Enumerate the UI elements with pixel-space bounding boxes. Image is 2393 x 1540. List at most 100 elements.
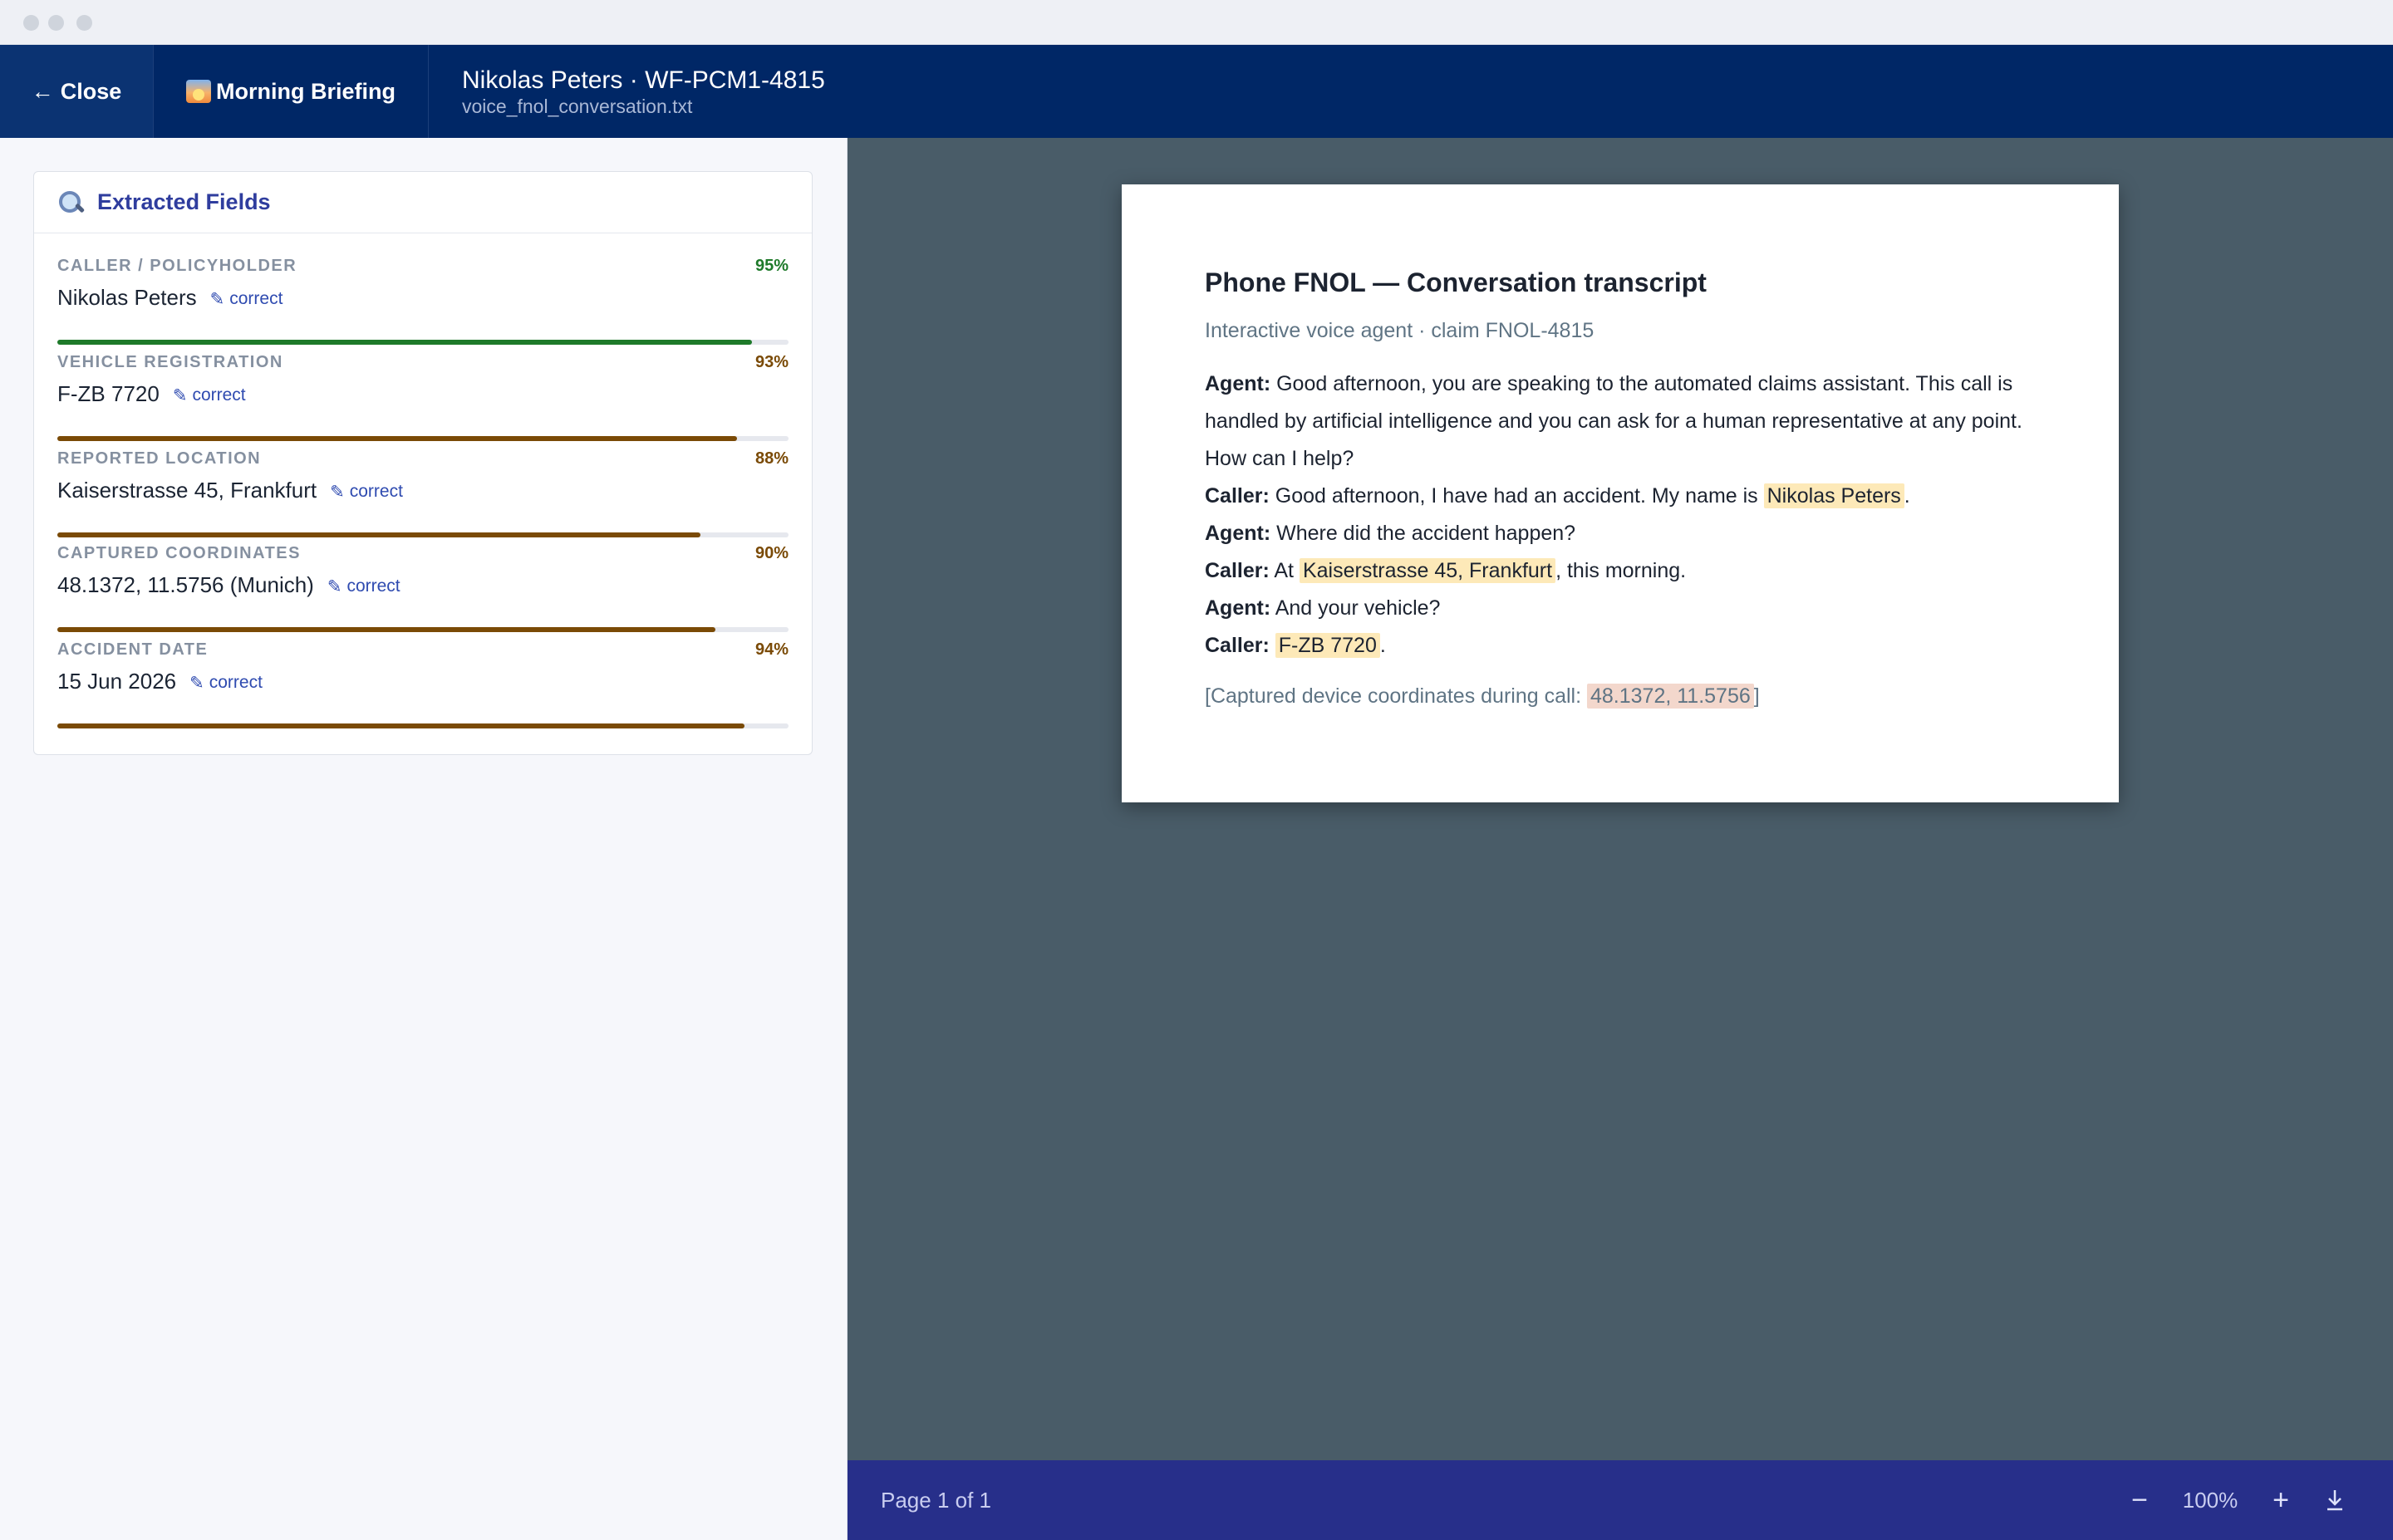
- utterance: And your vehicle?: [1270, 596, 1441, 620]
- download-icon[interactable]: [2310, 1489, 2360, 1512]
- confidence-bar-fill: [57, 532, 701, 537]
- speaker-label: Agent:: [1205, 522, 1271, 545]
- captured-coordinates-note: [Captured device coordinates during call…: [1205, 681, 2036, 711]
- transcript-line: Caller: Good afternoon, I have had an ac…: [1205, 478, 2036, 515]
- confidence-badge: 90%: [754, 544, 789, 562]
- transcript-line: Agent: Where did the accident happen?: [1205, 515, 2036, 552]
- confidence-bar-fill: [57, 340, 752, 345]
- captured-prefix: [Captured device coordinates during call…: [1205, 684, 1587, 708]
- confidence-badge: 94%: [754, 640, 789, 659]
- document-page: Phone FNOL — Conversation transcript Int…: [1122, 184, 2119, 802]
- zoom-out-button[interactable]: −: [2110, 1484, 2169, 1517]
- utterance: .: [1904, 484, 1910, 508]
- field-value: 48.1372, 11.5756 (Munich): [57, 572, 314, 597]
- field-value-row: 15 Jun 2026 ✎ correct: [57, 669, 263, 694]
- utterance: Good afternoon, I have had an accident. …: [1269, 484, 1764, 508]
- field-value: Nikolas Peters: [57, 285, 197, 310]
- confidence-badge: 88%: [754, 449, 789, 468]
- pencil-icon: ✎: [209, 290, 225, 309]
- correct-link[interactable]: ✎ correct: [330, 482, 403, 503]
- utterance: .: [1379, 634, 1386, 657]
- sunrise-icon: [186, 80, 211, 103]
- confidence-bar-fill: [57, 627, 715, 632]
- zoom-controls: − 100% +: [2110, 1484, 2360, 1517]
- confidence-bar: [57, 436, 789, 441]
- document-viewer[interactable]: Phone FNOL — Conversation transcript Int…: [848, 138, 2393, 1460]
- correct-label: correct: [349, 482, 403, 501]
- window-chrome: [0, 0, 2393, 45]
- transcript-line: Caller: F-ZB 7720.: [1205, 627, 2036, 665]
- zoom-in-button[interactable]: +: [2252, 1484, 2310, 1517]
- confidence-bar: [57, 723, 789, 728]
- confidence-bar-fill: [57, 436, 738, 441]
- highlight-coordinates[interactable]: 48.1372, 11.5756: [1587, 684, 1754, 709]
- field-value-row: 48.1372, 11.5756 (Munich) ✎ correct: [57, 572, 400, 598]
- correct-link[interactable]: ✎ correct: [210, 289, 283, 310]
- highlight-vehicle-registration[interactable]: F-ZB 7720: [1275, 633, 1380, 658]
- correct-label: correct: [229, 289, 283, 308]
- field-vehicle-registration: VEHICLE REGISTRATION 93% F-ZB 7720 ✎ corr…: [57, 353, 789, 449]
- document-subtitle: Interactive voice agent · claim FNOL-481…: [1205, 319, 1595, 342]
- extracted-fields-title: Extracted Fields: [97, 189, 271, 214]
- transcript-line: Agent: And your vehicle?: [1205, 590, 2036, 627]
- window-minimize-dot[interactable]: [48, 15, 64, 31]
- correct-link[interactable]: ✎ correct: [327, 576, 400, 597]
- utterance: , this morning.: [1555, 559, 1687, 582]
- speaker-label: Caller:: [1205, 634, 1270, 657]
- correct-label: correct: [192, 385, 246, 405]
- document-title-block: Nikolas Peters · WF-PCM1-4815 voice_fnol…: [429, 45, 825, 138]
- correct-link[interactable]: ✎ correct: [173, 385, 246, 406]
- transcript: Agent: Good afternoon, you are speaking …: [1205, 365, 2036, 665]
- field-captured-coordinates: CAPTURED COORDINATES 90% 48.1372, 11.575…: [57, 544, 789, 640]
- back-arrow-icon: ←: [31, 78, 54, 104]
- extracted-fields-panel: Extracted Fields CALLER / POLICYHOLDER 9…: [0, 138, 848, 1540]
- speaker-label: Agent:: [1205, 596, 1271, 620]
- highlight-location[interactable]: Kaiserstrasse 45, Frankfurt: [1299, 558, 1556, 583]
- close-label: Close: [60, 78, 122, 104]
- speaker-label: Caller:: [1205, 484, 1270, 508]
- field-label: CAPTURED COORDINATES: [57, 544, 301, 562]
- field-value: F-ZB 7720: [57, 381, 160, 406]
- confidence-bar: [57, 532, 789, 537]
- highlight-caller-name[interactable]: Nikolas Peters: [1763, 483, 1904, 508]
- extracted-fields-header: Extracted Fields: [34, 172, 812, 233]
- page-indicator: Page 1 of 1: [881, 1487, 991, 1513]
- transcript-line: Agent: Good afternoon, you are speaking …: [1205, 365, 2036, 478]
- field-label: ACCIDENT DATE: [57, 640, 209, 659]
- window-maximize-dot[interactable]: [76, 15, 92, 31]
- speaker-label: Caller:: [1205, 559, 1270, 582]
- document-title: Phone FNOL — Conversation transcript: [1205, 267, 1707, 297]
- confidence-bar: [57, 627, 789, 632]
- pencil-icon: ✎: [172, 386, 188, 405]
- field-label: CALLER / POLICYHOLDER: [57, 257, 297, 275]
- top-bar: ← Close Morning Briefing Nikolas Peters …: [0, 45, 2393, 138]
- field-value-row: Nikolas Peters ✎ correct: [57, 285, 283, 311]
- field-accident-date: ACCIDENT DATE 94% 15 Jun 2026 ✎ correct: [57, 640, 789, 737]
- correct-link[interactable]: ✎ correct: [189, 673, 263, 694]
- confidence-badge: 95%: [754, 257, 789, 275]
- close-button[interactable]: ← Close: [0, 45, 154, 138]
- magnifier-icon: [57, 189, 84, 216]
- confidence-bar: [57, 340, 789, 345]
- viewer-toolbar: Page 1 of 1 − 100% +: [848, 1460, 2393, 1540]
- pencil-icon: ✎: [327, 577, 342, 596]
- field-value: 15 Jun 2026: [57, 669, 177, 694]
- morning-briefing-label: Morning Briefing: [216, 78, 396, 104]
- morning-briefing-button[interactable]: Morning Briefing: [154, 45, 429, 138]
- confidence-badge: 93%: [754, 353, 789, 371]
- confidence-bar-fill: [57, 723, 745, 728]
- field-label: REPORTED LOCATION: [57, 449, 262, 468]
- window-close-dot[interactable]: [23, 15, 39, 31]
- correct-label: correct: [209, 673, 263, 692]
- field-caller-policyholder: CALLER / POLICYHOLDER 95% Nikolas Peters…: [57, 257, 789, 353]
- extracted-fields-card: Extracted Fields CALLER / POLICYHOLDER 9…: [33, 171, 813, 755]
- zoom-level: 100%: [2182, 1487, 2238, 1513]
- transcript-line: Caller: At Kaiserstrasse 45, Frankfurt, …: [1205, 552, 2036, 590]
- case-title: Nikolas Peters · WF-PCM1-4815: [462, 66, 825, 94]
- utterance: Good afternoon, you are speaking to the …: [1205, 372, 2022, 470]
- field-label: VEHICLE REGISTRATION: [57, 353, 283, 371]
- field-reported-location: REPORTED LOCATION 88% Kaiserstrasse 45, …: [57, 449, 789, 546]
- utterance: Where did the accident happen?: [1270, 522, 1576, 545]
- correct-label: correct: [346, 576, 400, 596]
- pencil-icon: ✎: [189, 674, 204, 693]
